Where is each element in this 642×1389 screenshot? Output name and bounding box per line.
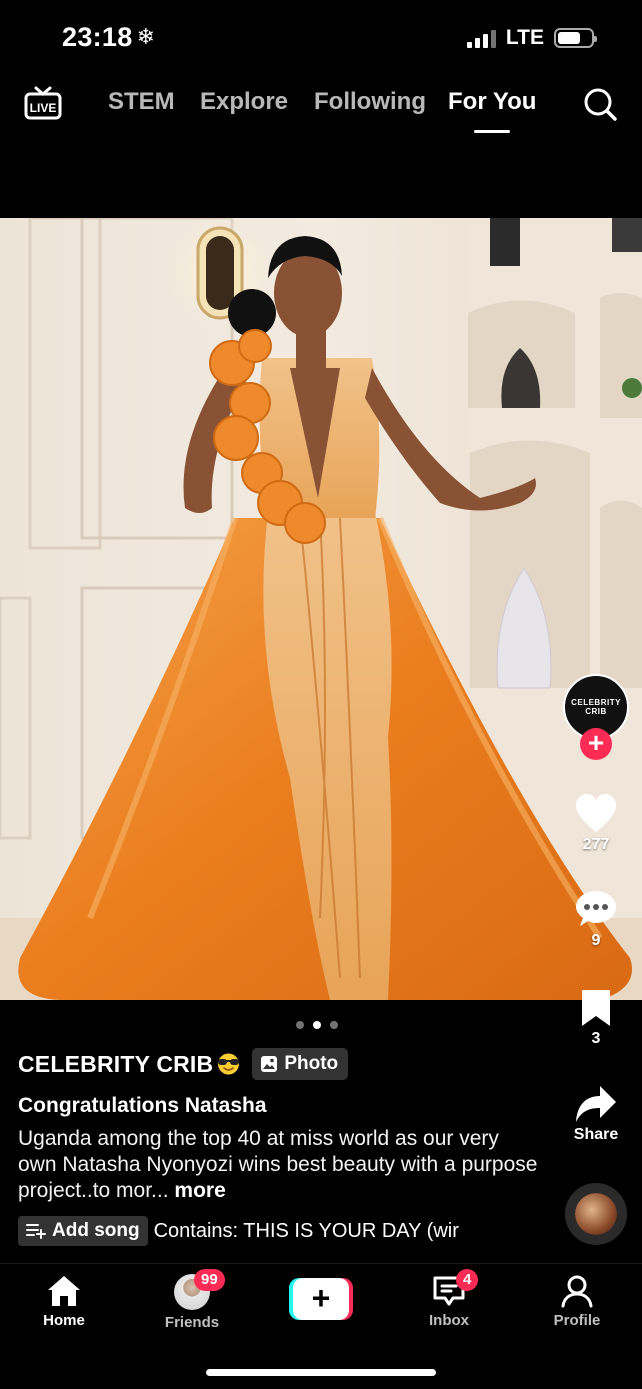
- post-image: [0, 218, 642, 1000]
- save-count: 3: [591, 1030, 601, 1047]
- creator-logo-text: CELEBRITY CRIB: [571, 698, 621, 716]
- nav-inbox[interactable]: Inbox: [399, 1274, 499, 1329]
- network-type: LTE: [505, 26, 544, 49]
- post-title: Congratulations Natasha: [18, 1094, 267, 1117]
- nav-profile[interactable]: Profile: [527, 1274, 627, 1329]
- photo-badge: Photo: [252, 1048, 349, 1080]
- home-indicator: [206, 1369, 436, 1376]
- tab-following[interactable]: Following: [314, 88, 426, 116]
- status-time-text: 23:18: [62, 22, 133, 52]
- plus-icon: +: [293, 1278, 349, 1320]
- tab-for-you[interactable]: For You: [448, 88, 536, 116]
- more-link[interactable]: more: [174, 1179, 225, 1202]
- post-photo[interactable]: [0, 218, 642, 1000]
- post-description[interactable]: Uganda among the top 40 at miss world as…: [18, 1126, 538, 1204]
- nav-profile-label: Profile: [553, 1312, 601, 1329]
- slide-dot: [330, 1021, 338, 1029]
- tab-explore[interactable]: Explore: [200, 88, 288, 116]
- comment-icon: [576, 891, 616, 926]
- follow-plus-button[interactable]: +: [580, 728, 612, 760]
- slide-dot: [296, 1021, 304, 1029]
- share-icon: [576, 1086, 616, 1122]
- status-indicators: LTE: [466, 26, 597, 50]
- live-label: LIVE: [30, 101, 57, 115]
- nav-friends[interactable]: Friends: [142, 1274, 242, 1331]
- top-nav: LIVE STEM Explore Following For You: [0, 78, 642, 138]
- status-time: 23:18 ❄: [62, 22, 155, 53]
- nav-inbox-label: Inbox: [429, 1312, 469, 1329]
- tab-stem[interactable]: STEM: [108, 88, 175, 116]
- home-icon: [48, 1276, 80, 1306]
- post-caption: CELEBRITY CRIB Photo Congratulations Nat…: [18, 1046, 538, 1246]
- battery-icon: [554, 28, 597, 48]
- author-name[interactable]: CELEBRITY CRIB: [18, 1051, 213, 1078]
- live-tv-icon[interactable]: LIVE: [24, 86, 62, 122]
- slide-dot: [313, 1021, 321, 1029]
- create-button[interactable]: +: [289, 1278, 353, 1320]
- sunglasses-emoji-icon: [218, 1053, 240, 1075]
- bookmark-icon: [582, 990, 610, 1026]
- nav-home[interactable]: Home: [14, 1274, 114, 1329]
- comment-count: 9: [591, 932, 601, 949]
- share-button[interactable]: Share: [556, 1084, 636, 1144]
- status-bar: 23:18 ❄ LTE: [0, 0, 642, 78]
- playlist-add-icon: [26, 1224, 46, 1239]
- share-label: Share: [573, 1126, 619, 1143]
- save-button[interactable]: 3: [556, 988, 636, 1048]
- profile-icon: [561, 1275, 593, 1308]
- photo-badge-label: Photo: [284, 1053, 339, 1074]
- like-count: 277: [582, 836, 610, 853]
- friends-badge: 99: [194, 1269, 225, 1291]
- music-disc[interactable]: [565, 1183, 627, 1245]
- snowflake-icon: ❄: [136, 24, 156, 49]
- active-tab-indicator: [474, 130, 510, 133]
- battery-level: [558, 32, 581, 44]
- music-cover: [575, 1193, 617, 1235]
- photo-icon: [261, 1056, 278, 1072]
- description-text: Uganda among the top 40 at miss world as…: [18, 1127, 538, 1202]
- slide-indicator: [296, 1021, 338, 1029]
- song-row: Add song Contains: THIS IS YOUR DAY (wir: [18, 1216, 538, 1246]
- heart-icon: [576, 794, 616, 832]
- nav-friends-label: Friends: [164, 1314, 220, 1331]
- signal-icon: [466, 28, 496, 48]
- like-button[interactable]: 277: [556, 792, 636, 854]
- add-song-button[interactable]: Add song: [18, 1216, 148, 1246]
- add-song-label: Add song: [52, 1220, 140, 1241]
- comment-button[interactable]: 9: [556, 888, 636, 950]
- search-icon[interactable]: [582, 86, 618, 122]
- nav-home-label: Home: [43, 1312, 85, 1329]
- contains-song-text[interactable]: Contains: THIS IS YOUR DAY (wir: [154, 1220, 494, 1243]
- author-row: CELEBRITY CRIB Photo: [18, 1046, 538, 1082]
